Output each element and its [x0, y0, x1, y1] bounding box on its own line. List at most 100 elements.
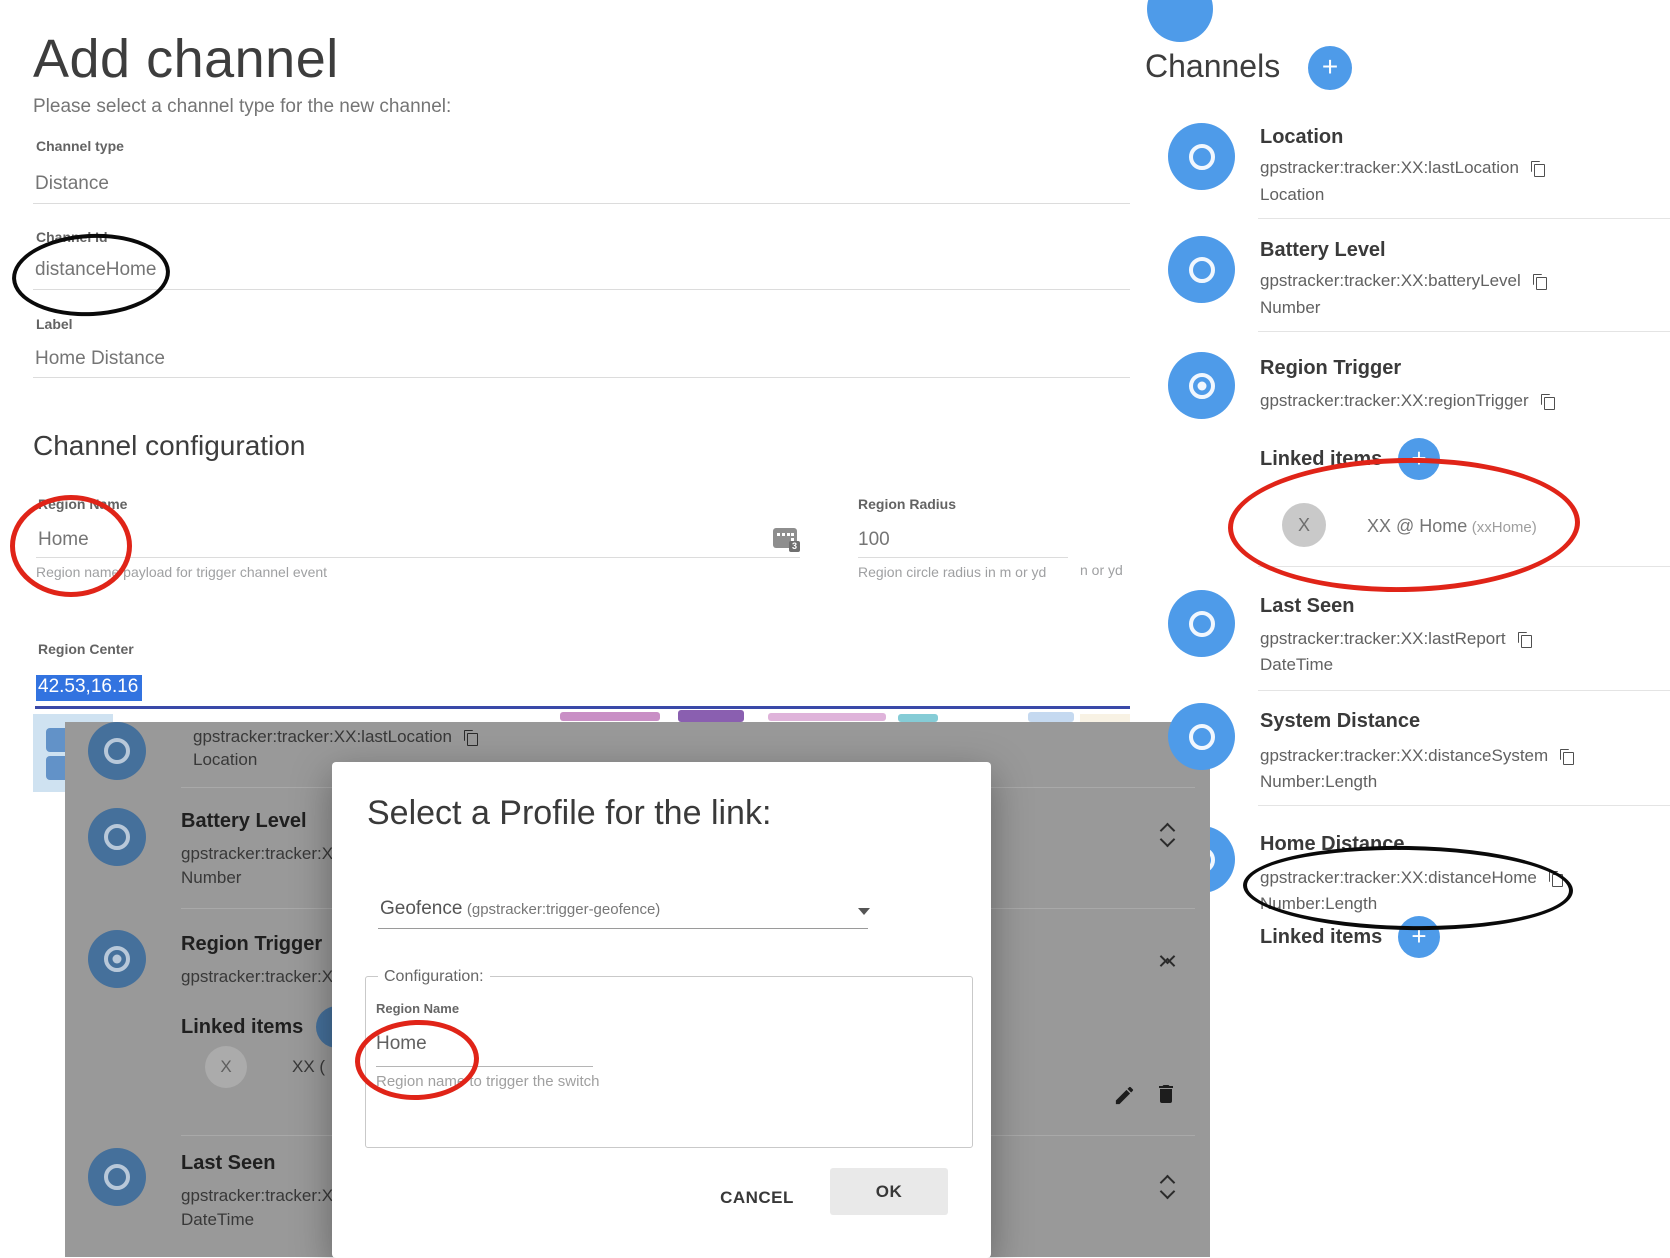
state-channel-icon [1189, 257, 1215, 283]
region-radius-hint: Region circle radius in m or yd [858, 564, 1046, 580]
fieldset-legend: Configuration: [378, 968, 490, 986]
channel-id-input[interactable]: distanceHome [35, 259, 156, 281]
plus-icon: + [1398, 916, 1440, 956]
channel-uid: gpstracker:tracker:XX:lastReport [1260, 629, 1506, 649]
region-name-label: Region Name [38, 496, 127, 512]
channel-name: Home Distance [1260, 833, 1405, 856]
channel-uid: gpstracker:tracker:X [181, 967, 333, 987]
trigger-channel-icon [104, 946, 130, 972]
region-center-input[interactable]: 42.53,16.16 [36, 675, 142, 701]
profile-select[interactable]: Geofence (gpstracker:trigger-geofence) [380, 898, 660, 920]
channel-type-select[interactable]: Distance [35, 173, 109, 195]
channel-kind-icon [1168, 590, 1235, 657]
region-center-label: Region Center [38, 641, 134, 657]
add-channel-button[interactable]: + [1308, 46, 1352, 90]
channel-type: Location [1260, 185, 1324, 205]
keyboard-dots [777, 533, 780, 536]
edit-icon [1113, 1084, 1136, 1107]
copy-icon[interactable] [1560, 749, 1573, 764]
cropped-fab-circle [1147, 0, 1213, 42]
divider [1258, 331, 1670, 332]
region-name-input[interactable]: Home [38, 529, 89, 551]
channel-kind-icon [1168, 236, 1235, 303]
channel-name: Battery Level [181, 810, 307, 833]
region-radius-input[interactable]: 100 [858, 529, 890, 551]
cancel-button[interactable]: CANCEL [702, 1180, 812, 1216]
keyboard-badge: 3 [789, 541, 800, 552]
channel-type: Number:Length [1260, 772, 1377, 792]
add-linked-item-button[interactable]: + [1398, 438, 1440, 480]
linked-items-label: Linked items [181, 1016, 303, 1039]
channels-panel-title: Channels [1145, 48, 1280, 85]
reorder-channel-icon [1160, 1174, 1176, 1202]
linked-item-avatar[interactable]: X [1282, 503, 1326, 547]
state-channel-icon [104, 1164, 130, 1190]
page-subtitle: Please select a channel type for the new… [33, 96, 451, 118]
linked-item-name: XX ( [292, 1057, 325, 1077]
map-fragment [768, 713, 886, 721]
linked-item-name: XX @ Home [1367, 516, 1467, 536]
channel-uid: gpstracker:tracker:XX:regionTrigger [1260, 391, 1529, 411]
map-fragment [678, 710, 744, 722]
channel-name: Location [1260, 126, 1343, 149]
channel-uid: gpstracker:tracker:XX:lastLocation [193, 727, 452, 747]
channel-kind-icon [88, 808, 146, 866]
copy-icon[interactable] [1541, 394, 1554, 409]
channel-name: Last Seen [181, 1152, 275, 1175]
copy-icon[interactable] [1518, 632, 1531, 647]
state-channel-icon [1189, 611, 1215, 637]
region-radius-label: Region Radius [858, 496, 956, 512]
region-radius-hint-fragment: n or yd [1080, 562, 1123, 578]
region-name-hint: Region name payload for trigger channel … [36, 564, 327, 580]
divider [36, 557, 800, 558]
chevron-down-icon [858, 908, 870, 915]
channel-type: Location [193, 750, 257, 770]
channel-type: Number:Length [1260, 894, 1377, 914]
state-channel-icon [1189, 724, 1215, 750]
copy-icon[interactable] [1531, 161, 1544, 176]
channel-name: Region Trigger [1260, 357, 1401, 380]
label-input[interactable]: Home Distance [35, 348, 165, 370]
channel-name: Last Seen [1260, 595, 1354, 618]
divider [1258, 805, 1670, 806]
copy-icon[interactable] [1533, 274, 1546, 289]
channel-type: Number [181, 868, 241, 888]
channel-type-label: Channel type [36, 138, 124, 154]
focused-underline [35, 706, 1130, 709]
channel-type: DateTime [1260, 655, 1333, 675]
copy-icon[interactable] [1549, 871, 1562, 886]
channel-uid: gpstracker:tracker:XX:lastLocation [1260, 158, 1519, 178]
ok-button[interactable]: OK [830, 1168, 948, 1215]
channel-name: System Distance [1260, 710, 1420, 733]
dialog-title: Select a Profile for the link: [367, 794, 771, 833]
channel-id-label: Channel Id [36, 229, 108, 245]
channel-type: DateTime [181, 1210, 254, 1230]
divider [33, 289, 1130, 290]
channel-kind-icon [1168, 352, 1235, 419]
divider [376, 1066, 593, 1067]
channel-kind-icon [1168, 703, 1235, 770]
channel-name: Region Trigger [181, 933, 322, 956]
linked-items-label: Linked items [1260, 448, 1382, 471]
map-fragment [1028, 712, 1074, 722]
linked-item-id: (xxHome) [1472, 519, 1537, 536]
channel-uid: gpstracker:tracker:XX:batteryLevel [1260, 271, 1521, 291]
region-name-input[interactable]: Home [376, 1033, 427, 1055]
add-linked-item-button[interactable]: + [1398, 916, 1440, 958]
channel-uid: gpstracker:tracker:XX:distanceSystem [1260, 746, 1548, 766]
keyboard-input-icon[interactable]: 3 [773, 528, 797, 548]
delete-icon [1154, 1082, 1178, 1106]
plus-icon: + [1308, 46, 1352, 88]
region-name-label: Region Name [376, 1001, 459, 1016]
channel-kind-icon [88, 1148, 146, 1206]
state-channel-icon [104, 824, 130, 850]
linked-item[interactable]: XX @ Home (xxHome) [1367, 516, 1537, 537]
channel-uid: gpstracker:tracker:X [181, 1186, 333, 1206]
profile-dialog: Select a Profile for the link: Geofence … [332, 762, 991, 1258]
channel-uid: gpstracker:tracker:XX:distanceHome [1260, 868, 1537, 888]
divider [858, 557, 1068, 558]
divider [378, 928, 868, 929]
divider [33, 377, 1130, 378]
label-label: Label [36, 316, 73, 332]
state-channel-icon [1189, 144, 1215, 170]
